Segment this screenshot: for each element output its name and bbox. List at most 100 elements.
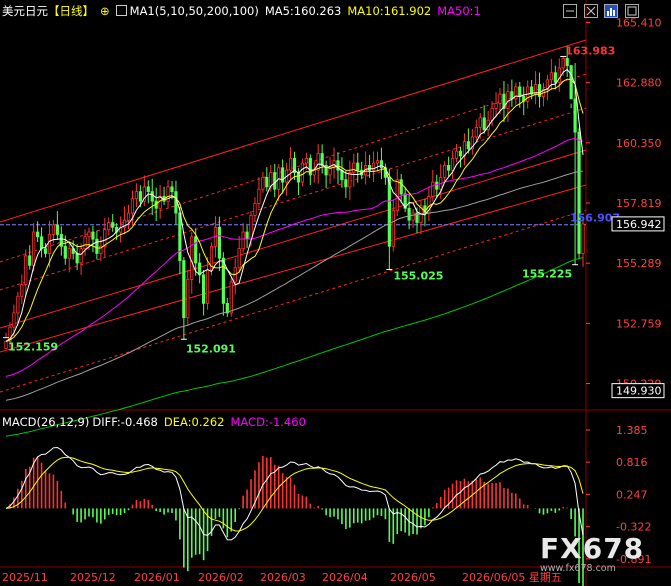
period-label[interactable]: 【日线】 (48, 4, 94, 18)
candle (28, 245, 32, 270)
candle (450, 150, 455, 180)
settings-circle-icon[interactable]: ⊕ (100, 4, 110, 18)
candle-body (146, 186, 150, 192)
candle (134, 183, 139, 207)
candle-body (391, 210, 395, 247)
ma100-line (5, 170, 584, 401)
candle (533, 71, 538, 105)
window-controls (560, 4, 639, 22)
date-tick-label: 2026/01 (134, 571, 180, 584)
candle-body (498, 93, 502, 105)
channel-line-1 (0, 107, 587, 291)
date-tick-label: 2026/05 (390, 571, 436, 584)
candle-body (111, 222, 115, 228)
candle (119, 216, 123, 243)
candle-body (39, 236, 44, 250)
candle (83, 229, 87, 256)
macd-macd-value: MACD:-1.460 (230, 415, 306, 429)
candle-body (28, 255, 32, 266)
candle-body (245, 231, 249, 240)
ma-title: MA1(5,10,50,200,100) (129, 4, 259, 18)
candle-body (241, 231, 245, 250)
price-label-text: 156.942 (616, 218, 662, 231)
candle-body (249, 214, 253, 240)
candle (514, 82, 518, 105)
candle-body (387, 176, 391, 247)
candle-body (296, 172, 301, 183)
candle-body (375, 160, 380, 164)
candle (162, 186, 166, 205)
candle (79, 243, 83, 275)
candlestick-series[interactable] (4, 46, 585, 349)
candle-body (510, 91, 514, 100)
candle-body (75, 253, 79, 264)
chart-canvas[interactable]: 163.983 152.159 152.091 155.025 155.225 156.9… (0, 0, 671, 586)
candle-body (51, 224, 56, 235)
candle-body (304, 157, 308, 164)
candle (367, 154, 372, 178)
candle-body (454, 150, 459, 159)
candle-body (178, 212, 182, 261)
candle (55, 211, 59, 240)
candle-body (518, 86, 522, 97)
candle (241, 223, 245, 253)
candle-body (265, 176, 269, 188)
candle (502, 81, 506, 123)
candle (107, 217, 111, 236)
candle (462, 133, 467, 166)
macd-tick-label: 0.247 (616, 488, 648, 501)
candle (99, 236, 103, 262)
candle-body (221, 257, 225, 304)
candle (261, 172, 265, 193)
minus-icon[interactable] (563, 4, 577, 18)
candle (577, 127, 581, 259)
candle-body (174, 191, 178, 214)
price-annotation: 152.091 (186, 342, 236, 355)
price-axis: 165.410162.880160.350157.819155.289152.7… (586, 17, 665, 399)
candle (198, 253, 202, 284)
candle (553, 65, 557, 90)
candle (510, 79, 514, 107)
candle-body (474, 126, 478, 138)
ma-config-icon[interactable] (115, 5, 127, 16)
candle-body (32, 231, 36, 266)
price-tick-label: 157.819 (616, 197, 662, 210)
candle (277, 164, 281, 201)
candle (24, 249, 28, 297)
close-icon[interactable] (583, 4, 598, 18)
ma10-value: MA10:161.902 (347, 4, 432, 18)
candle (435, 174, 439, 198)
candle-body (190, 236, 194, 280)
candle-body (273, 172, 277, 190)
price-tick-label: 160.350 (616, 137, 662, 150)
bar-chart-icon[interactable] (604, 4, 619, 18)
candle-body (186, 279, 190, 319)
price-annotation: 155.225 (522, 268, 572, 281)
moving-average-lines (5, 68, 584, 437)
expand-icon[interactable] (624, 4, 639, 18)
ma5-value: MA5:160.263 (264, 4, 342, 18)
trend-channel-lines (0, 39, 587, 393)
candle (122, 206, 127, 235)
price-tick-label: 155.289 (616, 257, 662, 270)
candle (395, 168, 399, 216)
candle (265, 167, 269, 192)
candle (419, 199, 423, 234)
candle-body (63, 245, 67, 259)
candle (300, 158, 305, 187)
candle (447, 156, 451, 177)
candle-body (36, 231, 40, 238)
date-tick-label: 2026/04 (322, 571, 368, 584)
price-tick-label: 162.880 (616, 77, 662, 90)
candle (379, 147, 384, 180)
candle-body (577, 131, 581, 254)
brand-watermark: FX678 (540, 532, 645, 565)
candle-body (450, 157, 455, 171)
candle-body (91, 231, 95, 240)
candle (458, 146, 463, 168)
candle-body (549, 72, 553, 81)
candle-body (205, 269, 210, 304)
price-annotation: 155.025 (393, 269, 443, 282)
candle (186, 269, 190, 326)
candle (537, 72, 542, 108)
